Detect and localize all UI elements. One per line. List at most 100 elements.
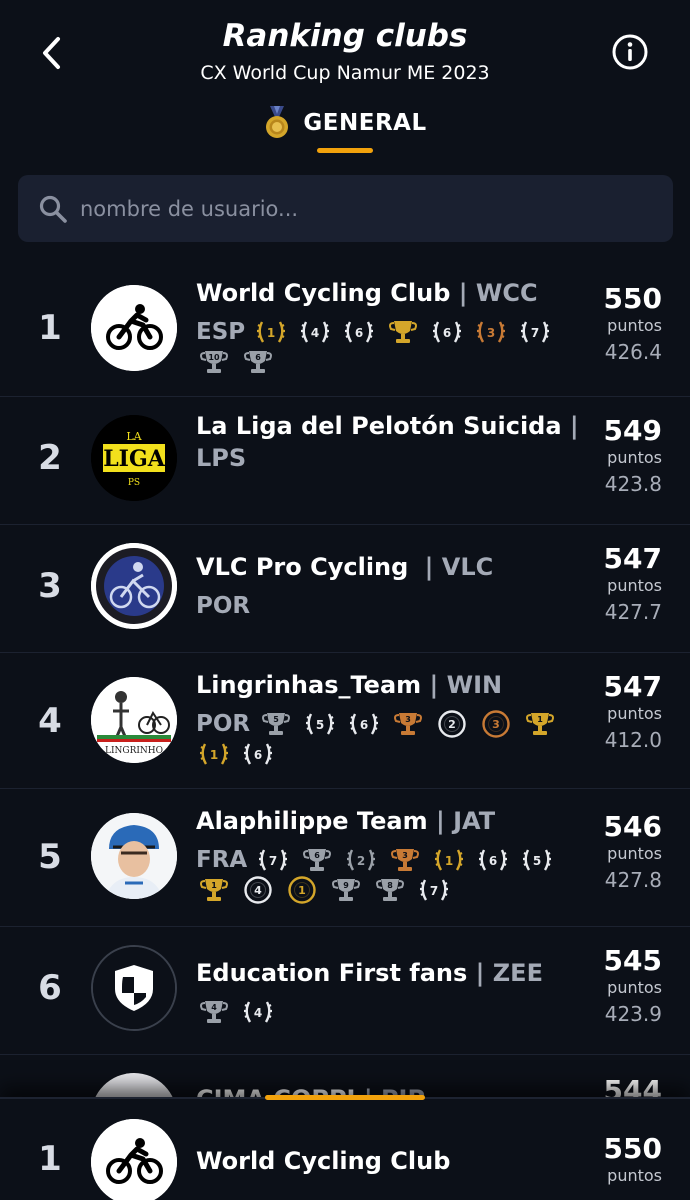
laurel-badge-icon: 4 (297, 317, 333, 347)
club-abbr: | WCC (458, 279, 538, 307)
club-avatar: LA LIGA PS (91, 415, 177, 501)
cyclist-logo-icon (91, 1119, 177, 1200)
ranking-row[interactable]: 3 VLC Pro Cycling | VLC POR 547 puntos 4… (0, 525, 690, 653)
trophy-badge-icon: 1 (196, 875, 232, 905)
trophy-badge-icon: 9 (328, 875, 364, 905)
medal-icon (266, 106, 289, 138)
club-avatar (91, 543, 177, 629)
country-code: FRA (196, 847, 248, 873)
country-code: POR (196, 711, 251, 737)
tab-general[interactable]: GENERAL (0, 106, 690, 140)
svg-text:7: 7 (531, 326, 539, 340)
svg-text:3: 3 (487, 326, 495, 340)
svg-text:4: 4 (311, 326, 319, 340)
points-value: 550 (603, 282, 662, 315)
la-liga-logo-icon: LA LIGA PS (91, 415, 177, 501)
wheel-badge-icon: 3 (478, 709, 514, 739)
search-input[interactable] (80, 175, 673, 242)
ranking-row[interactable]: 2 LA LIGA PS La Liga del Pelotón Suicida… (0, 397, 690, 525)
club-name-line: Education First fans | ZEE (196, 957, 586, 989)
rank-number: 5 (38, 837, 62, 877)
laurel-badge-icon: 6 (475, 845, 511, 875)
club-name: La Liga del Pelotón Suicida (196, 412, 562, 440)
club-abbr: | WIN (429, 671, 503, 699)
club-name: Lingrinhas_Team (196, 671, 422, 699)
badges-line: FRA 7 6 2 3 1 6 5 1 4 1 9 8 7 (196, 845, 576, 905)
points-block: 549 puntos 423.8 (562, 415, 662, 499)
secondary-score: 423.8 (604, 472, 662, 496)
info-icon (612, 34, 648, 70)
shield-logo-icon (93, 947, 175, 1029)
trophy-badge-icon: 6 (299, 845, 335, 875)
points-label: puntos (607, 844, 662, 863)
svg-text:2: 2 (357, 854, 365, 868)
ranking-row[interactable]: 5 Alaphilippe Team | JAT FRA 7 6 2 3 1 6… (0, 789, 690, 927)
lingrinhas-logo-icon: LINGRINHO (91, 677, 177, 763)
logo-caption: LINGRINHO (105, 746, 163, 756)
svg-text:1: 1 (267, 326, 275, 340)
info-button[interactable] (610, 32, 650, 72)
ranking-row[interactable]: 4 LINGRINHO Lingrinhas_Team | WIN POR 5 … (0, 653, 690, 789)
svg-text:4: 4 (254, 884, 262, 897)
svg-text:2: 2 (448, 718, 456, 731)
tab-general-label: GENERAL (303, 110, 427, 136)
svg-text:1: 1 (445, 854, 453, 868)
trophy-badge-icon: 8 (372, 875, 408, 905)
club-name: VLC Pro Cycling (196, 553, 409, 581)
laurel-badge-icon: 6 (240, 739, 276, 769)
laurel-badge-icon: 6 (346, 709, 382, 739)
points-label: puntos (607, 576, 662, 595)
badges-line: POR 5 5 6 3 2 3 1 1 6 (196, 709, 576, 769)
svg-text:7: 7 (269, 854, 277, 868)
svg-text:6: 6 (355, 326, 363, 340)
badges-line: 4 4 (196, 997, 576, 1027)
svg-text:6: 6 (360, 718, 368, 732)
points-block: 547 puntos 427.7 (562, 543, 662, 627)
points-value: 547 (603, 670, 662, 703)
secondary-score: 426.4 (604, 340, 662, 364)
laurel-badge-icon: 2 (343, 845, 379, 875)
logo-text-mid: LIGA (103, 446, 166, 472)
laurel-badge-icon: 7 (416, 875, 452, 905)
svg-text:3: 3 (402, 851, 408, 860)
ranking-row[interactable]: 6 Education First fans | ZEE 4 4 545 pun… (0, 927, 690, 1055)
svg-text:5: 5 (316, 718, 324, 732)
laurel-badge-icon: 7 (255, 845, 291, 875)
wheel-badge-icon: 2 (434, 709, 470, 739)
svg-text:1: 1 (211, 881, 217, 890)
points-label: puntos (607, 978, 662, 997)
svg-text:6: 6 (255, 353, 261, 362)
points-label: puntos (607, 316, 662, 335)
svg-text:5: 5 (533, 854, 541, 868)
rank-number: 3 (38, 566, 62, 606)
points-value: 550 (603, 1132, 662, 1165)
badges-line: ESP 1 4 6 6 3 7 10 6 (196, 317, 576, 377)
trophy-badge-icon: 3 (387, 845, 423, 875)
svg-text:5: 5 (273, 715, 279, 724)
search-icon (39, 195, 67, 223)
tab-active-indicator (317, 148, 373, 153)
laurel-badge-icon: 5 (519, 845, 555, 875)
search-bar[interactable] (18, 175, 673, 242)
club-name-line: World Cycling Club | WCC (196, 277, 586, 309)
club-name-line: La Liga del Pelotón Suicida | LPS (196, 410, 596, 474)
secondary-score: 427.8 (604, 868, 662, 892)
points-value: 547 (603, 542, 662, 575)
badges-line: POR (196, 593, 576, 619)
header: Ranking clubs CX World Cup Namur ME 2023… (0, 0, 690, 170)
trophy-badge-icon: 5 (258, 709, 294, 739)
my-club-footer[interactable]: 1 World Cycling Club 550 puntos (0, 1095, 690, 1200)
ranking-row[interactable]: 1 World Cycling Club | WCC ESP 1 4 6 6 3… (0, 265, 690, 397)
club-abbr: | ZEE (475, 959, 543, 987)
points-block: 545 puntos 423.9 (562, 945, 662, 1029)
svg-text:4: 4 (211, 1003, 217, 1012)
points-value: 546 (603, 810, 662, 843)
svg-text:1: 1 (210, 748, 218, 762)
svg-text:1: 1 (537, 715, 543, 724)
trophy-badge-icon: 3 (390, 709, 426, 739)
trophy-badge-icon: 10 (196, 347, 232, 377)
laurel-badge-icon: 6 (341, 317, 377, 347)
club-avatar: LINGRINHO (91, 677, 177, 763)
points-label: puntos (607, 1166, 662, 1185)
club-abbr: | VLC (424, 553, 494, 581)
